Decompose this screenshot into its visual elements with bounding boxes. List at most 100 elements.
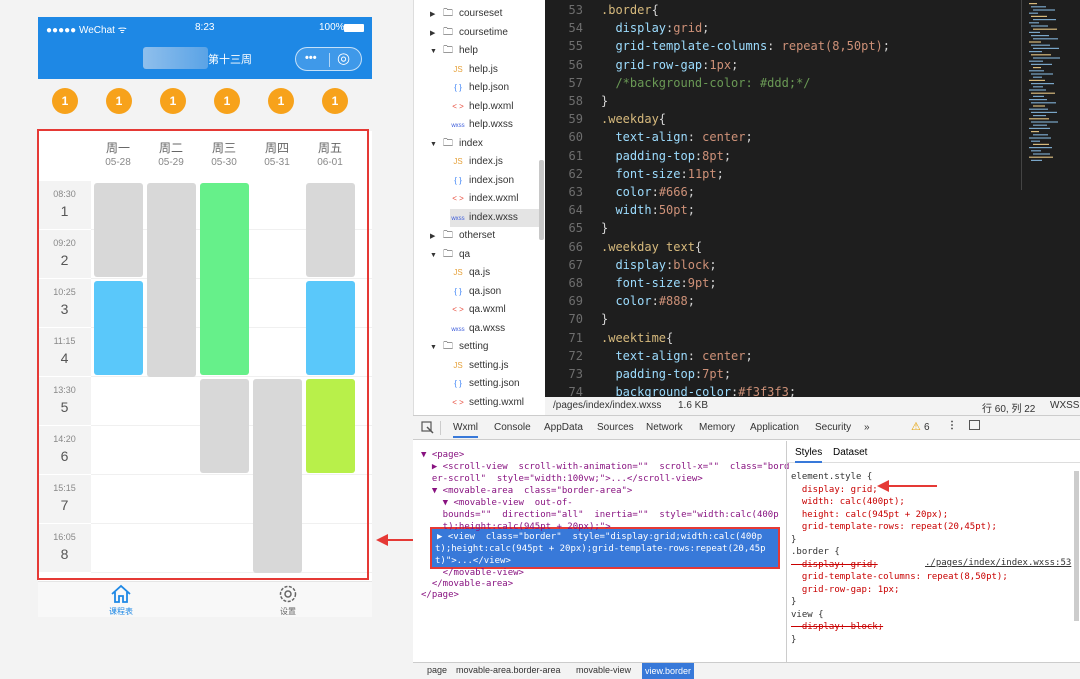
style-rule-line[interactable]: } [791, 596, 796, 608]
kebab-menu-icon[interactable]: ⋮ [947, 420, 957, 431]
caret-right-icon[interactable]: ▶ [430, 25, 440, 43]
tree-item[interactable]: wxss help.wxss [450, 116, 513, 134]
style-rule-line[interactable]: element.style { [791, 471, 872, 483]
tree-item[interactable]: wxss qa.wxss [450, 320, 505, 338]
tree-item[interactable]: < > index.wxml [450, 190, 518, 208]
style-rule-line[interactable]: view { [791, 609, 824, 621]
style-rule-line[interactable]: width: calc(400pt); [791, 496, 905, 508]
tab-dataset[interactable]: Dataset [833, 447, 867, 459]
dom-node[interactable]: ▼ <page> [421, 449, 464, 461]
style-rule-line[interactable]: display: grid; [791, 559, 878, 571]
tree-item[interactable]: JS qa.js [450, 264, 490, 282]
week-badge[interactable]: 1 [52, 88, 78, 114]
dom-node[interactable]: ▼ <movable-view out-of- [421, 497, 573, 509]
course-card[interactable] [306, 281, 355, 375]
dom-node-selected[interactable]: t)">...</view> [435, 555, 511, 567]
devtools-tab[interactable]: Console [494, 422, 531, 433]
week-badge[interactable]: 1 [322, 88, 348, 114]
breadcrumb-item[interactable]: movable-area.border-area [456, 665, 561, 675]
tree-item[interactable]: ▼ 🗀 help [430, 42, 478, 60]
tree-item[interactable]: < > help.wxml [450, 98, 513, 116]
warning-icon[interactable]: ⚠ [911, 420, 921, 433]
course-card[interactable] [200, 379, 249, 473]
devtools-tab[interactable]: Network [646, 422, 683, 433]
inspect-icon[interactable] [421, 421, 434, 434]
style-rule-line[interactable]: } [791, 634, 796, 646]
tree-scrollbar[interactable] [539, 160, 544, 240]
tab-styles[interactable]: Styles [795, 447, 823, 463]
close-icon[interactable]: ◎ [337, 49, 350, 67]
week-badge[interactable]: 1 [106, 88, 132, 114]
tree-item[interactable]: { } qa.json [450, 283, 501, 301]
code-token: display [601, 257, 667, 272]
styles-scrollbar[interactable] [1074, 471, 1079, 621]
devtools-tab[interactable]: Application [750, 422, 799, 433]
tab-settings[interactable]: 设置 [258, 584, 318, 617]
tree-item[interactable]: ▼ 🗀 setting [430, 338, 488, 356]
dom-node[interactable]: er-scroll" style="width:100vw;">...</scr… [421, 473, 703, 485]
course-card[interactable] [306, 183, 355, 277]
caret-down-icon[interactable]: ▼ [430, 247, 440, 265]
tree-item[interactable]: { } index.json [450, 172, 514, 190]
caret-down-icon[interactable]: ▼ [430, 43, 440, 61]
style-rule-line[interactable]: height: calc(945pt + 20px); [791, 509, 948, 521]
dom-node[interactable]: ▶ <scroll-view scroll-with-animation="" … [421, 461, 790, 473]
tree-item[interactable]: { } setting.json [450, 375, 519, 393]
tab-schedule[interactable]: 课程表 [91, 584, 151, 617]
style-source-link[interactable]: ./pages/index/index.wxss:53 [925, 557, 1071, 569]
course-card[interactable] [253, 379, 302, 574]
style-rule-line[interactable]: .border { [791, 546, 840, 558]
slot-number: 3 [60, 301, 69, 317]
tree-item[interactable]: ▼ 🗀 qa [430, 246, 470, 264]
code-editor[interactable]: 53 .border{54 display:grid; 55 grid-templa… [545, 0, 1080, 399]
week-badge[interactable]: 1 [268, 88, 294, 114]
tree-item[interactable]: { } help.json [450, 79, 509, 97]
dom-node-selected[interactable]: t);height:calc(945pt + 20px);grid-templa… [435, 543, 766, 555]
capsule-menu[interactable]: ••• ◎ [295, 47, 362, 71]
course-card[interactable] [306, 379, 355, 473]
style-rule-line[interactable]: grid-row-gap: 1px; [791, 584, 900, 596]
minimap[interactable] [1025, 0, 1080, 190]
tree-item[interactable]: wxss index.wxss [450, 208, 539, 227]
dom-node[interactable]: </page> [421, 589, 459, 601]
dom-node-selected[interactable]: ▶ <view class="border" style="display:gr… [437, 531, 762, 543]
course-card[interactable] [147, 183, 196, 378]
tree-item[interactable]: ▼ 🗀 index [430, 135, 483, 153]
week-badge[interactable]: 1 [160, 88, 186, 114]
tree-item[interactable]: < > qa.wxml [450, 301, 505, 319]
tree-item[interactable]: JS help.js [450, 61, 498, 79]
tree-item[interactable]: ▶ 🗀 courseset [430, 5, 502, 23]
dock-icon[interactable] [969, 420, 980, 430]
devtools-tab[interactable]: Memory [699, 422, 735, 433]
caret-down-icon[interactable]: ▼ [430, 136, 440, 154]
style-rule-line[interactable]: grid-template-rows: repeat(20,45pt); [791, 521, 997, 533]
course-card[interactable] [200, 183, 249, 375]
tree-item[interactable]: JS index.js [450, 153, 503, 171]
course-card[interactable] [94, 281, 143, 375]
dom-node[interactable]: bounds="" direction="all" inertia="" sty… [421, 509, 779, 521]
breadcrumb-item[interactable]: page [427, 665, 447, 675]
course-card[interactable] [94, 183, 143, 277]
dom-node[interactable]: ▼ <movable-area class="border-area"> [421, 485, 633, 497]
devtools-tab[interactable]: Sources [597, 422, 634, 433]
code-token: : [767, 39, 782, 54]
devtools-tab[interactable]: » [864, 422, 870, 433]
style-rule-line[interactable]: grid-template-columns: repeat(8,50pt); [791, 571, 1008, 583]
devtools-tab[interactable]: Security [815, 422, 851, 433]
caret-right-icon[interactable]: ▶ [430, 228, 440, 246]
code-token: center [702, 348, 746, 363]
week-badge[interactable]: 1 [214, 88, 240, 114]
style-rule-line[interactable]: } [791, 534, 796, 546]
breadcrumb-item[interactable]: movable-view [576, 665, 631, 675]
devtools-tab[interactable]: AppData [544, 422, 583, 433]
more-icon[interactable]: ••• [305, 52, 317, 64]
tree-item[interactable]: ▶ 🗀 otherset [430, 227, 495, 245]
tree-item[interactable]: < > setting.wxml [450, 394, 524, 412]
style-rule-line[interactable]: display: grid; [791, 484, 878, 496]
caret-right-icon[interactable]: ▶ [430, 6, 440, 24]
devtools-tab[interactable]: Wxml [453, 422, 478, 438]
style-rule-line[interactable]: display: block; [791, 621, 883, 633]
tree-item[interactable]: JS setting.js [450, 357, 508, 375]
caret-down-icon[interactable]: ▼ [430, 339, 440, 357]
tree-item[interactable]: ▶ 🗀 coursetime [430, 24, 508, 42]
